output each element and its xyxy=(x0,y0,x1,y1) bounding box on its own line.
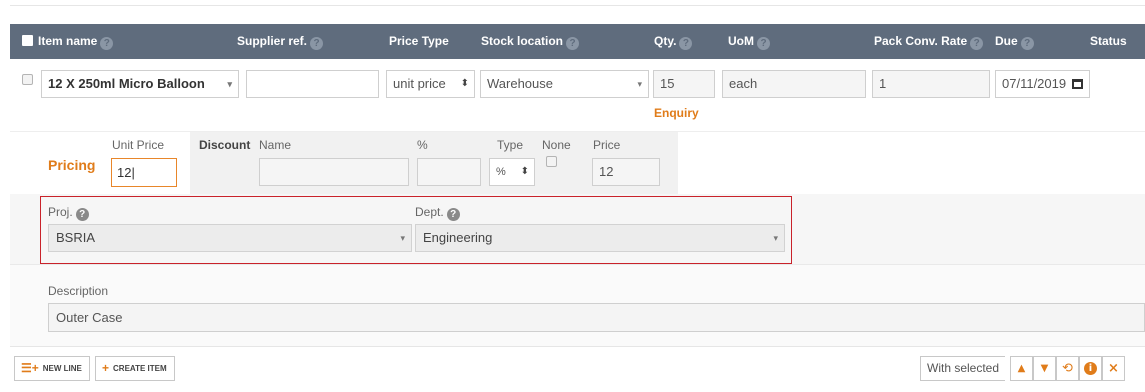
create-item-button[interactable]: + CREATE ITEM xyxy=(95,356,175,381)
price-output: 12 xyxy=(592,158,660,186)
with-selected-label: With selected xyxy=(920,356,1006,381)
pack-conv-rate-input[interactable]: 1 xyxy=(872,70,990,98)
department-select[interactable]: Engineering ▾ xyxy=(415,224,785,252)
col-supplier-ref[interactable]: Supplier ref.? xyxy=(237,34,324,50)
help-icon: ? xyxy=(566,37,580,50)
item-name-select[interactable]: 12 X 250ml Micro Balloon ▾ xyxy=(41,70,239,98)
col-stock-location[interactable]: Stock location? xyxy=(481,34,580,50)
project-select[interactable]: BSRIA ▾ xyxy=(48,224,412,252)
status-label: Enquiry xyxy=(654,106,699,120)
discount-section: Discount Name % Type % ⬍ None Price 12 xyxy=(190,132,678,195)
uom-input[interactable]: each xyxy=(722,70,866,98)
plus-icon: + xyxy=(102,361,110,375)
discount-type-select[interactable]: % ⬍ xyxy=(489,158,535,186)
col-pack-conv-rate[interactable]: Pack Conv. Rate? xyxy=(874,34,984,50)
project-department-section: Proj.? BSRIA ▾ Dept.? Engineering ▾ xyxy=(10,194,1145,264)
spinner-icon: ⬍ xyxy=(520,166,529,177)
description-input[interactable]: Outer Case xyxy=(48,303,1145,332)
discount-name-label: Name xyxy=(259,138,292,152)
add-line-icon: ☰+ xyxy=(21,361,39,375)
unit-price-label: Unit Price xyxy=(112,138,165,152)
footer-toolbar: ☰+ NEW LINE + CREATE ITEM With selected ▲ … xyxy=(10,346,1145,392)
help-icon: ? xyxy=(446,208,460,221)
help-icon: ? xyxy=(75,208,89,221)
help-icon: ? xyxy=(100,37,114,50)
col-due[interactable]: Due? xyxy=(995,34,1034,50)
qty-input[interactable]: 15 xyxy=(653,70,715,98)
discount-none-label: None xyxy=(542,138,571,152)
help-icon: ? xyxy=(970,37,984,50)
info-button[interactable]: i xyxy=(1079,356,1102,381)
line-items-header: Item name? Supplier ref.? Price Type Sto… xyxy=(10,24,1145,59)
help-icon: ? xyxy=(1020,37,1034,50)
stock-location-select[interactable]: Warehouse ▾ xyxy=(480,70,649,98)
due-date-input[interactable]: 07/11/2019 xyxy=(995,70,1090,98)
arrow-up-icon: ▲ xyxy=(1017,363,1026,374)
new-line-button[interactable]: ☰+ NEW LINE xyxy=(14,356,90,381)
info-icon: i xyxy=(1084,362,1097,375)
description-section: Description Outer Case xyxy=(10,264,1145,346)
col-uom[interactable]: UoM? xyxy=(728,34,770,50)
arrow-down-icon: ▼ xyxy=(1040,363,1049,374)
discount-label: Discount xyxy=(199,138,251,152)
description-label: Description xyxy=(48,284,109,298)
refresh-icon: ⟲ xyxy=(1062,361,1073,376)
discount-percent-label: % xyxy=(417,138,428,152)
row-checkbox[interactable] xyxy=(22,74,33,85)
pricing-panel: Pricing Unit Price 12| Discount Name % T… xyxy=(10,131,1145,195)
move-down-button[interactable]: ▼ xyxy=(1033,356,1056,381)
col-status[interactable]: Status xyxy=(1090,34,1127,48)
spinner-icon: ⬍ xyxy=(460,78,469,89)
price-label: Price xyxy=(593,138,621,152)
close-icon: × xyxy=(1108,361,1119,376)
supplier-ref-input[interactable] xyxy=(246,70,379,98)
select-all-checkbox[interactable] xyxy=(22,35,33,46)
calendar-icon[interactable] xyxy=(1072,79,1083,89)
col-qty[interactable]: Qty.? xyxy=(654,34,693,50)
dept-label: Dept.? xyxy=(415,205,460,221)
price-type-select[interactable]: unit price ⬍ xyxy=(386,70,475,98)
help-icon: ? xyxy=(310,37,324,50)
col-price-type[interactable]: Price Type xyxy=(389,34,449,48)
delete-button[interactable]: × xyxy=(1102,356,1125,381)
help-icon: ? xyxy=(757,37,770,50)
discount-percent-input[interactable] xyxy=(417,158,481,186)
pricing-title: Pricing xyxy=(48,157,96,173)
discount-none-checkbox[interactable] xyxy=(546,156,557,167)
chevron-down-icon: ▾ xyxy=(637,79,642,89)
discount-type-label: Type xyxy=(497,138,524,152)
chevron-down-icon: ▾ xyxy=(773,233,778,243)
proj-label: Proj.? xyxy=(48,205,89,221)
top-divider xyxy=(10,5,1145,6)
chevron-down-icon: ▾ xyxy=(400,233,405,243)
line-item-row: 12 X 250ml Micro Balloon ▾ unit price ⬍ Wa… xyxy=(10,59,1145,120)
unit-price-input[interactable]: 12| xyxy=(111,158,177,187)
chevron-down-icon: ▾ xyxy=(227,79,232,89)
col-item-name[interactable]: Item name? xyxy=(38,34,114,50)
discount-name-input[interactable] xyxy=(259,158,409,186)
help-icon: ? xyxy=(679,37,693,50)
move-up-button[interactable]: ▲ xyxy=(1010,356,1033,381)
refresh-button[interactable]: ⟲ xyxy=(1056,356,1079,381)
